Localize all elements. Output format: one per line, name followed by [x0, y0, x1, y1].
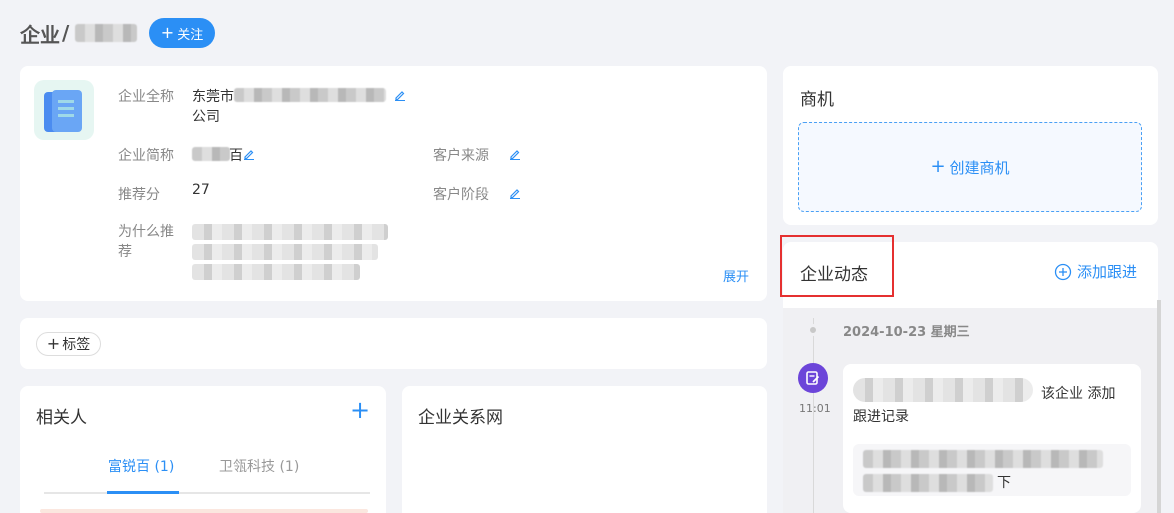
entry-user-redacted	[853, 378, 1033, 402]
reason-redacted-1	[192, 224, 388, 240]
breadcrumb-separator: /	[62, 21, 70, 45]
contact-item-preview	[40, 509, 368, 513]
plus-icon: +	[46, 334, 61, 353]
timeline-line	[813, 318, 814, 513]
tabs-divider	[44, 492, 370, 494]
score-label: 推荐分	[118, 187, 160, 203]
entry-detail-redacted-2	[863, 474, 993, 492]
edit-full-name-icon[interactable]	[394, 89, 406, 101]
breadcrumb: 企业 /	[20, 18, 138, 48]
edit-source-icon[interactable]	[509, 148, 521, 160]
source-label: 客户来源	[433, 148, 489, 164]
network-title: 企业关系网	[418, 408, 503, 428]
follow-record-icon	[798, 363, 828, 393]
add-tag-label: 标签	[62, 337, 91, 353]
short-name-redacted	[192, 147, 230, 161]
add-tag-button[interactable]: + 标签	[36, 332, 101, 356]
full-name-prefix: 东莞市	[192, 89, 234, 105]
entry-detail-redacted-1	[863, 450, 1103, 468]
create-opportunity-label: 创建商机	[949, 158, 1010, 177]
full-name-label: 企业全称	[118, 89, 174, 105]
entry-time: 11:01	[799, 402, 831, 415]
add-contact-icon[interactable]: +	[350, 398, 370, 422]
plus-icon: +	[930, 156, 946, 177]
edit-stage-icon[interactable]	[509, 187, 521, 199]
opportunity-title: 商机	[800, 90, 834, 110]
timeline-date: 2024-10-23 星期三	[843, 325, 970, 340]
entry-text-line2: 跟进记录	[853, 409, 909, 425]
entry-text-tail: 该企业 添加	[1041, 386, 1116, 402]
reason-redacted-2	[192, 244, 378, 260]
entry-detail-tail: 下	[997, 475, 1011, 491]
create-opportunity-button[interactable]: + 创建商机	[798, 122, 1142, 212]
activity-scrollbar[interactable]	[1157, 300, 1161, 513]
company-name-redacted	[75, 24, 138, 42]
reason-label: 为什么推荐	[118, 224, 174, 260]
add-follow-button[interactable]: 添加跟进	[1054, 261, 1137, 282]
short-name-label: 企业简称	[118, 148, 174, 164]
follow-button[interactable]: + 关注	[149, 18, 215, 48]
short-name-suffix: 百	[229, 148, 243, 164]
contacts-title: 相关人	[36, 408, 87, 428]
expand-link[interactable]: 展开	[723, 266, 749, 285]
plus-circle-icon	[1054, 263, 1072, 280]
timeline-date-dot	[807, 324, 819, 336]
add-follow-label: 添加跟进	[1077, 263, 1138, 281]
breadcrumb-root[interactable]: 企业	[20, 19, 60, 48]
score-value: 27	[192, 182, 210, 198]
edit-short-name-icon[interactable]	[243, 148, 255, 160]
active-tab-indicator	[107, 491, 179, 494]
company-logo-icon	[34, 80, 94, 140]
plus-icon: +	[160, 23, 175, 42]
stage-label: 客户阶段	[433, 187, 489, 203]
tab-contact-1[interactable]: 富锐百 (1)	[108, 456, 174, 476]
tags-card	[20, 318, 767, 369]
activity-title-highlight	[780, 235, 894, 297]
follow-label: 关注	[177, 27, 204, 43]
reason-redacted-3	[192, 264, 360, 280]
full-name-suffix: 公司	[192, 109, 220, 125]
tab-contact-2[interactable]: 卫瓴科技 (1)	[219, 456, 299, 476]
full-name-redacted	[234, 88, 386, 102]
